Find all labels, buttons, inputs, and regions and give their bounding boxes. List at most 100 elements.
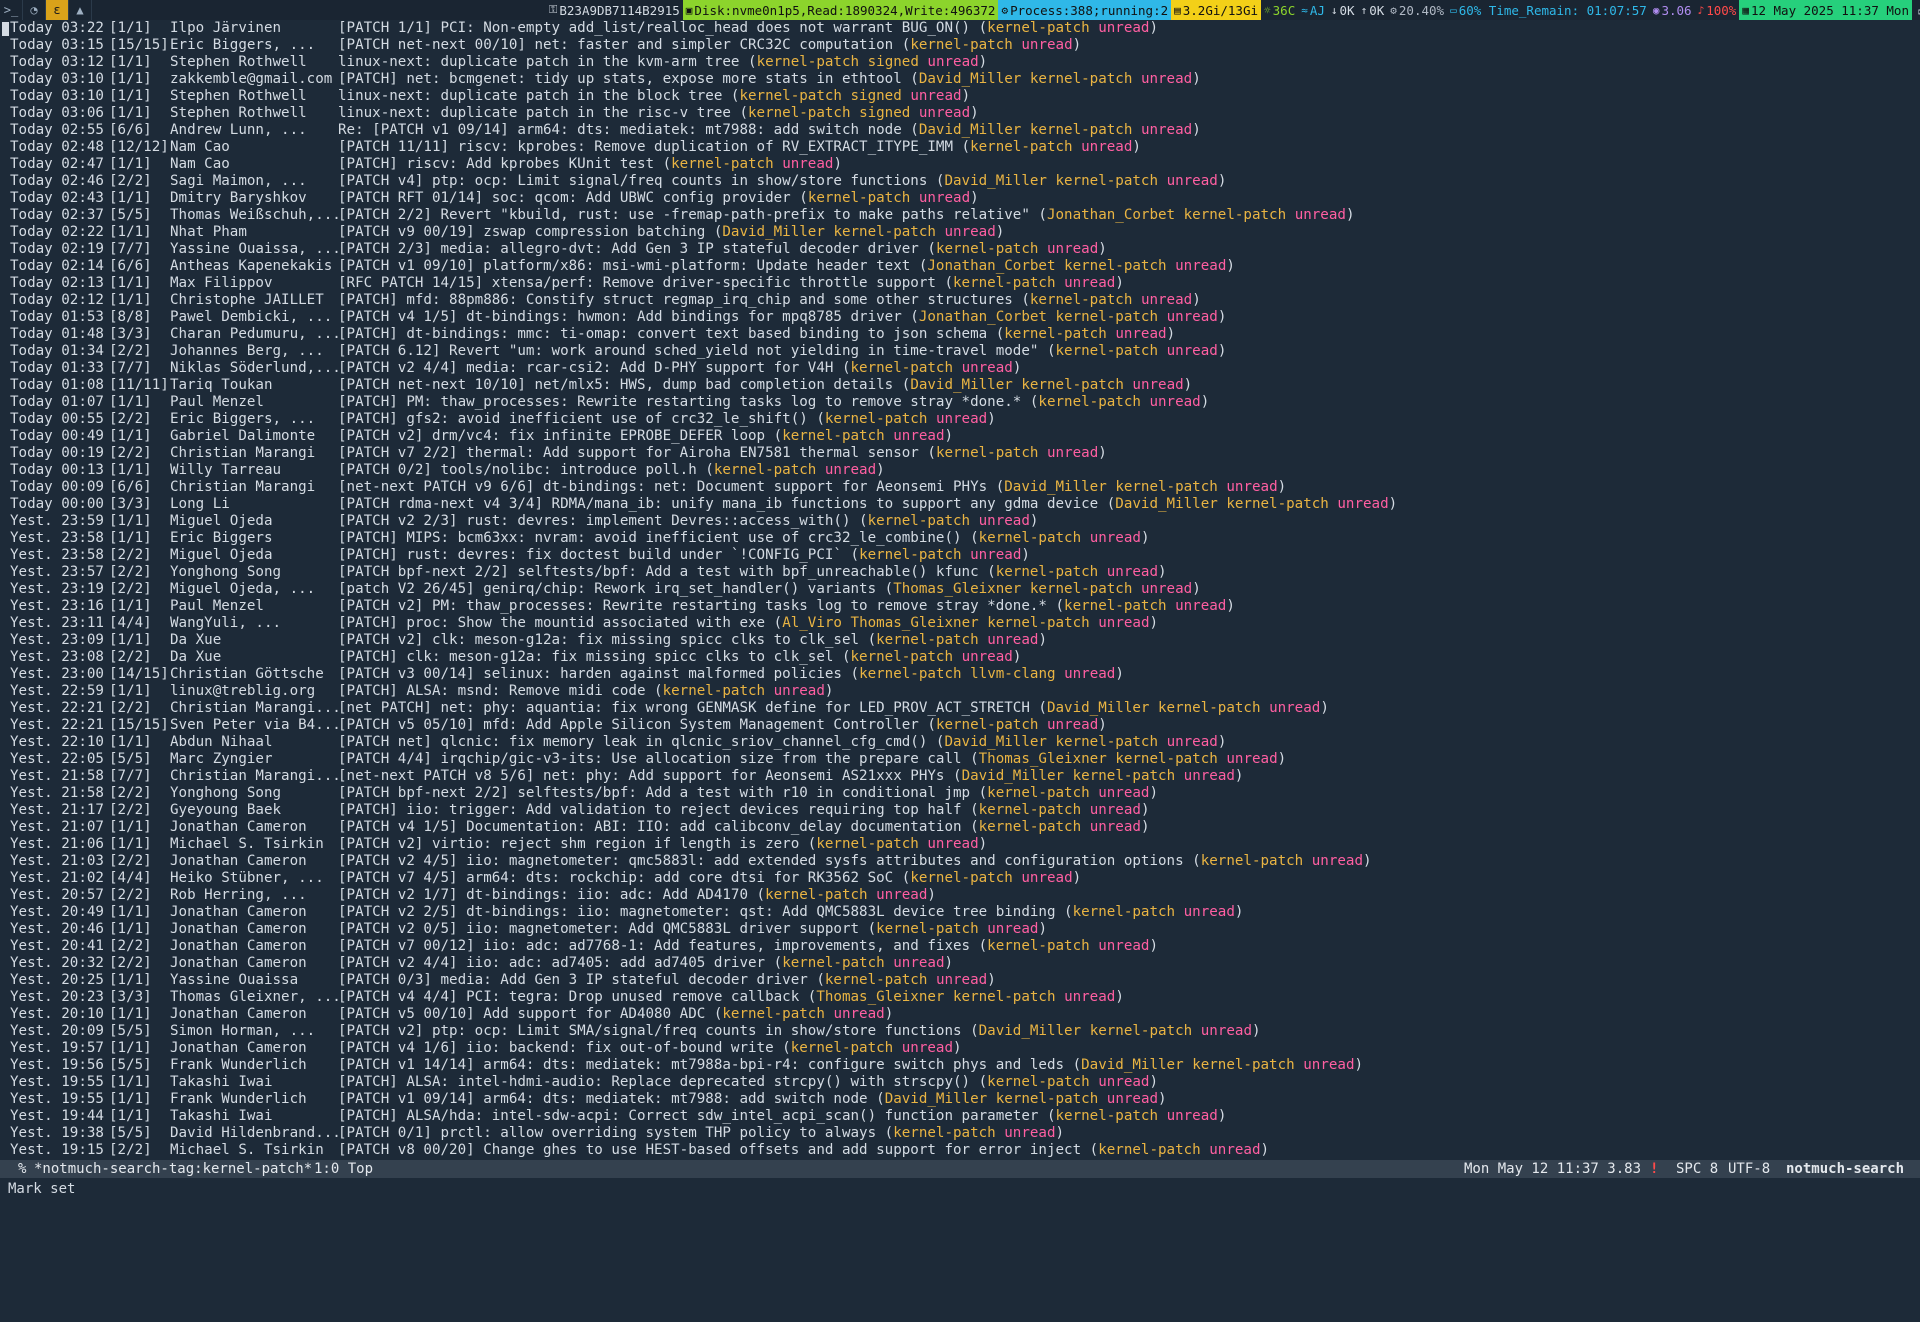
table-row[interactable]: Today 02:22 [1/1] Nhat Pham [PATCH v9 00/19… <box>0 224 1920 241</box>
table-row[interactable]: Today 01:48 [3/3] Charan Pedumuru, ... [PAT… <box>0 326 1920 343</box>
table-row[interactable]: Yest. 20:23 [3/3] Thomas Gleixner, ... [PAT… <box>0 989 1920 1006</box>
table-row[interactable]: Yest. 19:55 [1/1] Frank Wunderlich [PATCH v… <box>0 1091 1920 1108</box>
table-row[interactable]: Yest. 21:03 [2/2] Jonathan Cameron [PATCH v… <box>0 853 1920 870</box>
table-row[interactable]: Yest. 20:46 [1/1] Jonathan Cameron [PATCH v… <box>0 921 1920 938</box>
table-row[interactable]: Yest. 21:07 [1/1] Jonathan Cameron [PATCH v… <box>0 819 1920 836</box>
tag-separator <box>979 921 988 937</box>
table-row[interactable]: Today 01:33 [7/7] Niklas Söderlund,... [PAT… <box>0 360 1920 377</box>
table-row[interactable]: Yest. 22:59 [1/1] linux@treblig.org [PATCH]… <box>0 683 1920 700</box>
table-row[interactable]: Yest. 23:19 [2/2] Miguel Ojeda, ... [patch … <box>0 581 1920 598</box>
table-row[interactable]: Yest. 23:16 [1/1] Paul Menzel [PATCH v2] PM… <box>0 598 1920 615</box>
thread-date: Yest. 22:59 <box>10 683 104 699</box>
table-row[interactable]: Yest. 23:59 [1/1] Miguel Ojeda [PATCH v2 2/… <box>0 513 1920 530</box>
table-row[interactable]: Yest. 20:10 [1/1] Jonathan Cameron [PATCH v… <box>0 1006 1920 1023</box>
table-row[interactable]: Today 03:10 [1/1] zakkemble@gmail.com [PATC… <box>0 71 1920 88</box>
table-row[interactable]: Yest. 23:57 [2/2] Yonghong Song [PATCH bpf-… <box>0 564 1920 581</box>
table-row[interactable]: Yest. 23:58 [2/2] Miguel Ojeda [PATCH] rust… <box>0 547 1920 564</box>
tag-separator <box>987 1091 996 1107</box>
table-row[interactable]: Yest. 23:58 [1/1] Eric Biggers [PATCH] MIPS… <box>0 530 1920 547</box>
upload-text: 0K <box>1369 2 1385 18</box>
table-row[interactable]: Today 01:34 [2/2] Johannes Berg, ... [PATCH… <box>0 343 1920 360</box>
table-row[interactable]: Yest. 22:10 [1/1] Abdun Nihaal [PATCH net] … <box>0 734 1920 751</box>
table-row[interactable]: Yest. 23:00 [14/15] Christian Göttsche [PAT… <box>0 666 1920 683</box>
table-row[interactable]: Yest. 22:21 [2/2] Christian Marangi... [net… <box>0 700 1920 717</box>
emacs-icon[interactable]: ε <box>46 0 69 20</box>
table-row[interactable]: Today 00:19 [2/2] Christian Marangi [PATCH … <box>0 445 1920 462</box>
table-row[interactable]: Today 00:13 [1/1] Willy Tarreau [PATCH 0/2]… <box>0 462 1920 479</box>
table-row[interactable]: Yest. 23:11 [4/4] WangYuli, ... [PATCH] pro… <box>0 615 1920 632</box>
table-row[interactable]: Today 00:49 [1/1] Gabriel Dalimonte [PATCH … <box>0 428 1920 445</box>
table-row[interactable]: Yest. 23:09 [1/1] Da Xue [PATCH v2] clk: me… <box>0 632 1920 649</box>
table-row[interactable]: Today 00:00 [3/3] Long Li [PATCH rdma-next … <box>0 496 1920 513</box>
terminal-icon[interactable]: >_ <box>0 0 23 20</box>
table-row[interactable]: Today 01:53 [8/8] Pawel Dembicki, ... [PATC… <box>0 309 1920 326</box>
table-row[interactable]: Yest. 19:15 [2/2] Michael S. Tsirkin [PATCH… <box>0 1142 1920 1159</box>
thread-date: Yest. 19:56 <box>10 1057 104 1073</box>
table-row[interactable]: Yest. 21:02 [4/4] Heiko Stübner, ... [PATCH… <box>0 870 1920 887</box>
tux-icon[interactable]: ▲ <box>69 0 92 20</box>
table-row[interactable]: Today 02:19 [7/7] Yassine Ouaissa, ... [PAT… <box>0 241 1920 258</box>
tag-paren: ( <box>696 462 714 478</box>
table-row[interactable]: Today 03:10 [1/1] Stephen Rothwell linux-ne… <box>0 88 1920 105</box>
table-row[interactable]: Today 03:22 [1/1] Ilpo Järvinen [PATCH 1/1]… <box>0 20 1920 37</box>
table-row[interactable]: Today 02:48 [12/12] Nam Cao [PATCH 11/11] r… <box>0 139 1920 156</box>
table-row[interactable]: Yest. 19:38 [5/5] David Hildenbrand... [PAT… <box>0 1125 1920 1142</box>
thread-count: [6/6] <box>109 258 152 274</box>
table-row[interactable]: Today 02:55 [6/6] Andrew Lunn, ... Re: [PAT… <box>0 122 1920 139</box>
thread-subject-line: [net-next PATCH v8 5/6] net: phy: Add su… <box>338 768 1243 785</box>
table-row[interactable]: Today 02:43 [1/1] Dmitry Baryshkov [PATCH R… <box>0 190 1920 207</box>
table-row[interactable]: Yest. 23:08 [2/2] Da Xue [PATCH] clk: meson… <box>0 649 1920 666</box>
thread-count: [7/7] <box>109 360 152 376</box>
buffer-name[interactable]: *notmuch-search-tag:kernel-patch* <box>34 1160 312 1178</box>
tag-paren: ( <box>978 564 996 580</box>
thread-date: Today 00:19 <box>10 445 104 461</box>
table-row[interactable]: Yest. 22:21 [15/15] Sven Peter via B4... [P… <box>0 717 1920 734</box>
table-row[interactable]: Today 02:12 [1/1] Christophe JAILLET [PATCH… <box>0 292 1920 309</box>
table-row[interactable]: Today 02:47 [1/1] Nam Cao [PATCH] riscv: Ad… <box>0 156 1920 173</box>
thread-tag: unread <box>1106 564 1159 580</box>
thread-count: [1/1] <box>109 972 152 988</box>
table-row[interactable]: Today 00:55 [2/2] Eric Biggers, ... [PATCH]… <box>0 411 1920 428</box>
table-row[interactable]: Yest. 19:44 [1/1] Takashi Iwai [PATCH] ALSA… <box>0 1108 1920 1125</box>
table-row[interactable]: Today 03:15 [15/15] Eric Biggers, ... [PATC… <box>0 37 1920 54</box>
thread-count: [2/2] <box>109 445 152 461</box>
thread-date: Today 01:53 <box>10 309 104 325</box>
table-row[interactable]: Yest. 20:49 [1/1] Jonathan Cameron [PATCH v… <box>0 904 1920 921</box>
table-row[interactable]: Today 03:12 [1/1] Stephen Rothwell linux-ne… <box>0 54 1920 71</box>
table-row[interactable]: Today 02:46 [2/2] Sagi Maimon, ... [PATCH v… <box>0 173 1920 190</box>
table-row[interactable]: Today 02:14 [6/6] Antheas Kapenekakis [PATC… <box>0 258 1920 275</box>
table-row[interactable]: Today 00:09 [6/6] Christian Marangi [net-ne… <box>0 479 1920 496</box>
thread-tag: unread <box>1166 343 1218 359</box>
table-row[interactable]: Yest. 19:55 [1/1] Takashi Iwai [PATCH] ALSA… <box>0 1074 1920 1091</box>
table-row[interactable]: Yest. 20:41 [2/2] Jonathan Cameron [PATCH v… <box>0 938 1920 955</box>
major-mode[interactable]: notmuch-search <box>1786 1160 1904 1178</box>
minibuffer[interactable]: Mark set <box>0 1178 1920 1200</box>
thread-author: Jonathan Cameron <box>170 819 307 835</box>
thread-tag: kernel-patch <box>824 972 928 988</box>
table-row[interactable]: Yest. 21:17 [2/2] Gyeyoung Baek [PATCH] iio… <box>0 802 1920 819</box>
table-row[interactable]: Yest. 21:58 [2/2] Yonghong Song [PATCH bpf-… <box>0 785 1920 802</box>
thread-subject: [PATCH] rust: devres: fix doctest build … <box>338 547 842 563</box>
table-row[interactable]: Today 02:13 [1/1] Max Filippov [RFC PATCH 1… <box>0 275 1920 292</box>
warning-indicator[interactable]: ! <box>1650 1160 1658 1178</box>
table-row[interactable]: Today 01:08 [11/11] Tariq Toukan [PATCH net… <box>0 377 1920 394</box>
volume-status[interactable]: ♪ 100% <box>1695 0 1740 20</box>
table-row[interactable]: Today 02:37 [5/5] Thomas Weißschuh,... [PAT… <box>0 207 1920 224</box>
tag-paren: ) <box>1140 530 1150 546</box>
speedometer-icon[interactable]: ◔ <box>23 0 46 20</box>
table-row[interactable]: Yest. 20:25 [1/1] Yassine Ouaissa [PATCH 0/… <box>0 972 1920 989</box>
thread-subject-line: [PATCH 0/1] prctl: allow overriding syst… <box>338 1125 1064 1142</box>
table-row[interactable]: Yest. 20:09 [5/5] Simon Horman, ... [PATCH … <box>0 1023 1920 1040</box>
table-row[interactable]: Yest. 21:58 [7/7] Christian Marangi... [net… <box>0 768 1920 785</box>
table-row[interactable]: Yest. 22:05 [5/5] Marc Zyngier [PATCH 4/4] … <box>0 751 1920 768</box>
table-row[interactable]: Yest. 21:06 [1/1] Michael S. Tsirkin [PATCH… <box>0 836 1920 853</box>
thread-date: Yest. 20:32 <box>10 955 104 971</box>
table-row[interactable]: Today 03:06 [1/1] Stephen Rothwell linux-ne… <box>0 105 1920 122</box>
table-row[interactable]: Yest. 20:32 [2/2] Jonathan Cameron [PATCH v… <box>0 955 1920 972</box>
encoding-indicator[interactable]: UTF-8 <box>1728 1160 1770 1178</box>
table-row[interactable]: Yest. 19:57 [1/1] Jonathan Cameron [PATCH v… <box>0 1040 1920 1057</box>
memory-status: ▤ 3.2Gi/13Gi <box>1171 0 1262 20</box>
table-row[interactable]: Today 01:07 [1/1] Paul Menzel [PATCH] PM: t… <box>0 394 1920 411</box>
table-row[interactable]: Yest. 20:57 [2/2] Rob Herring, ... [PATCH v… <box>0 887 1920 904</box>
table-row[interactable]: Yest. 19:56 [5/5] Frank Wunderlich [PATCH v… <box>0 1057 1920 1074</box>
